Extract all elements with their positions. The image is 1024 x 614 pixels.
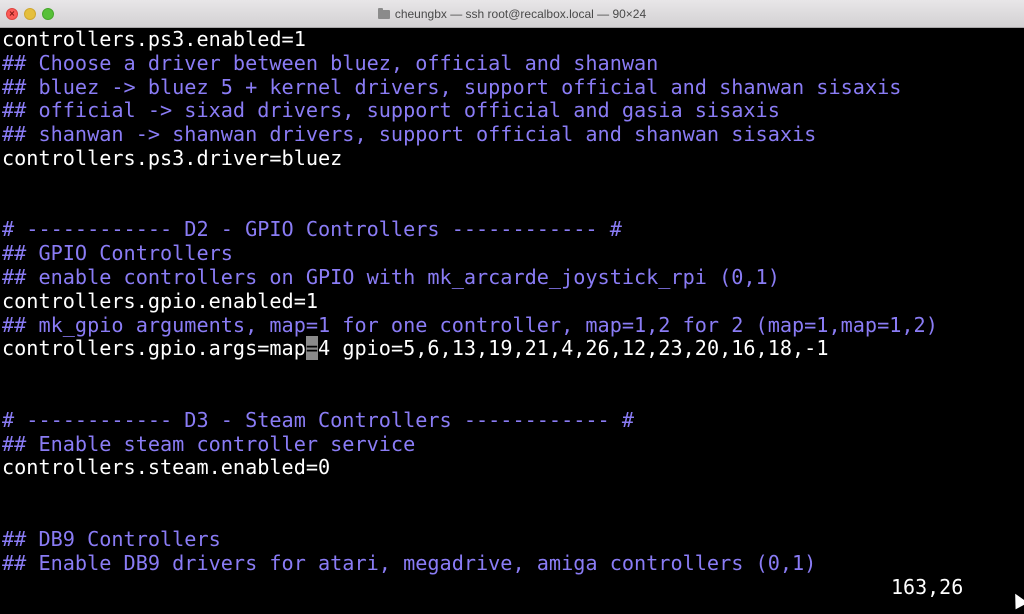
line-text: controllers.ps3.enabled=1 [2,27,306,51]
comment-line[interactable]: ## Choose a driver between bluez, offici… [2,50,1022,76]
config-line[interactable]: controllers.ps3.enabled=1 [2,27,1022,52]
comment-line[interactable]: ## mk_gpio arguments, map=1 for one cont… [2,312,1022,338]
line-text: # ------------ D3 - Steam Controllers --… [2,407,635,432]
comment-line[interactable]: # ------------ D3 - Steam Controllers --… [2,407,1022,433]
comment-line[interactable]: ## shanwan -> shanwan drivers, support o… [2,122,1022,147]
line-text: ## mk_gpio arguments, map=1 for one cont… [2,312,938,337]
line-text: controllers.steam.enabled=0 [2,455,331,480]
folder-icon [377,8,390,19]
blank-line[interactable] [2,171,1022,195]
config-line[interactable]: controllers.gpio.args=map=4 gpio=5,6,13,… [2,336,1022,361]
line-text: ## enable controllers on GPIO with mk_ar… [2,264,780,289]
cursor-position-indicator: 163,26 [891,575,964,599]
line-text: # ------------ D2 - GPIO Controllers ---… [2,217,622,242]
comment-line[interactable]: ## DB9 Controllers [2,526,1022,552]
terminal-content[interactable]: controllers.ps3.enabled=1 ## Choose a dri… [2,27,1022,614]
comment-line[interactable]: ## Enable steam controller service [2,431,1022,457]
line-text: controllers.gpio.enabled=1 [2,288,319,313]
blank-line[interactable] [2,480,1022,504]
line-text: ## bluez -> bluez 5 + kernel drivers, su… [2,74,902,99]
window-title-area: cheungbx — ssh root@recalbox.local — 90×… [0,0,1024,28]
comment-line[interactable]: ## Enable DB9 drivers for atari, megadri… [2,550,1022,576]
close-icon: × [8,9,16,18]
title-bar[interactable]: cheungbx — ssh root@recalbox.local — 90×… [0,0,1024,28]
line-text: ## shanwan -> shanwan drivers, support o… [2,122,817,147]
blank-line[interactable] [2,195,1022,219]
comment-line[interactable]: # ------------ D2 - GPIO Controllers ---… [2,217,1022,242]
config-line[interactable]: controllers.steam.enabled=0 [2,455,1022,480]
terminal-window: cheungbx — ssh root@recalbox.local — 90×… [0,0,1024,614]
line-text: 4 gpio=5,6,13,19,21,4,26,12,23,20,16,18,… [318,336,829,361]
window-title: cheungbx — ssh root@recalbox.local — 90×… [394,7,647,21]
line-text: ## Enable steam controller service [2,431,416,456]
comment-line[interactable]: ## bluez -> bluez 5 + kernel drivers, su… [2,74,1022,100]
close-button[interactable]: × [6,8,18,20]
text-cursor: = [305,336,319,361]
line-text: ## DB9 Controllers [2,526,221,551]
line-text: ## Choose a driver between bluez, offici… [2,50,659,75]
blank-line[interactable] [2,504,1022,528]
comment-line[interactable]: ## enable controllers on GPIO with mk_ar… [2,264,1022,290]
zoom-button[interactable] [42,8,54,20]
blank-line[interactable] [2,361,1022,385]
comment-line[interactable]: ## GPIO Controllers [2,241,1022,266]
line-text: controllers.ps3.driver=bluez [2,145,343,170]
config-line[interactable]: controllers.ps3.driver=bluez [2,145,1022,171]
line-text: ## Enable DB9 drivers for atari, megadri… [2,550,817,575]
line-text: ## GPIO Controllers [2,241,233,266]
line-text: ## official -> sixad drivers, support of… [2,98,780,123]
line-text: controllers.gpio.args=map [2,336,306,361]
minimize-button[interactable] [24,8,36,20]
comment-line[interactable]: ## official -> sixad drivers, support of… [2,98,1022,123]
config-line[interactable]: controllers.gpio.enabled=1 [2,288,1022,314]
blank-line[interactable] [2,385,1022,409]
